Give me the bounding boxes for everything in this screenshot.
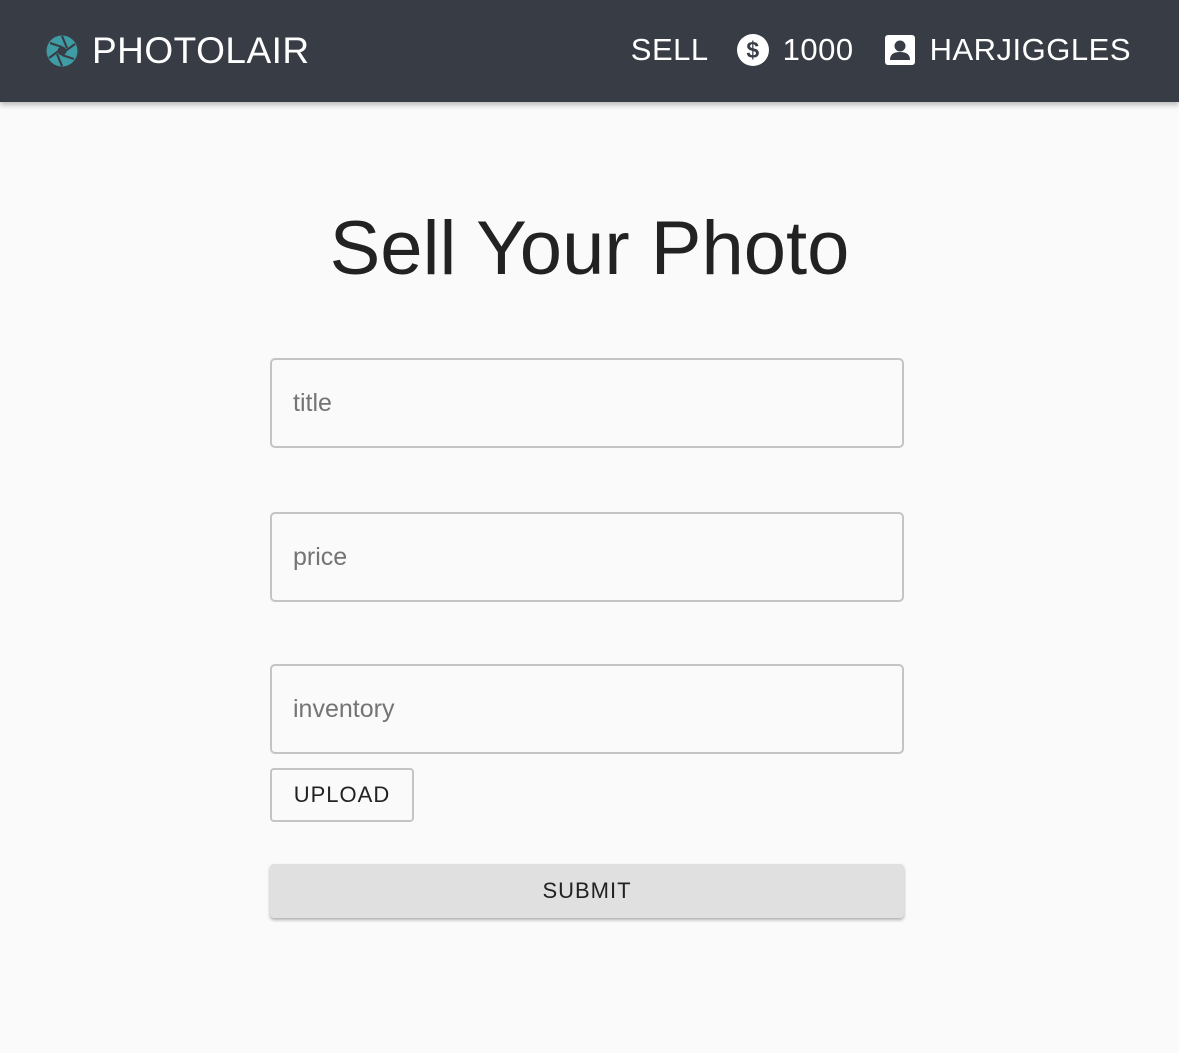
account-box-icon <box>884 35 915 65</box>
dollar-circle-icon: $ <box>736 34 769 66</box>
sell-label: SELL <box>630 32 709 67</box>
brand-name: PHOTOLAIR <box>92 30 310 71</box>
camera-aperture-icon <box>46 35 78 67</box>
upload-button[interactable]: UPLOAD <box>270 768 414 822</box>
title-input[interactable] <box>272 360 902 446</box>
top-app-bar: PHOTOLAIR SELL $ 1000 HARJIGGLES <box>0 0 1179 102</box>
username: HARJIGGLES <box>929 32 1131 67</box>
user-account-link[interactable]: HARJIGGLES <box>884 30 1131 70</box>
title-field <box>270 358 904 448</box>
balance-display[interactable]: $ 1000 <box>736 30 854 70</box>
page-title: Sell Your Photo <box>329 206 850 291</box>
price-field <box>270 512 904 602</box>
sell-link[interactable]: SELL <box>631 30 709 70</box>
submit-button[interactable]: SUBMIT <box>270 864 904 918</box>
brand-logo-link[interactable]: PHOTOLAIR <box>46 30 310 72</box>
svg-text:$: $ <box>746 37 759 63</box>
price-input[interactable] <box>272 514 902 600</box>
balance-amount: 1000 <box>782 32 854 67</box>
top-nav: SELL $ 1000 HARJIGGLES <box>631 28 1131 72</box>
inventory-field <box>270 664 904 754</box>
inventory-input[interactable] <box>272 666 902 752</box>
